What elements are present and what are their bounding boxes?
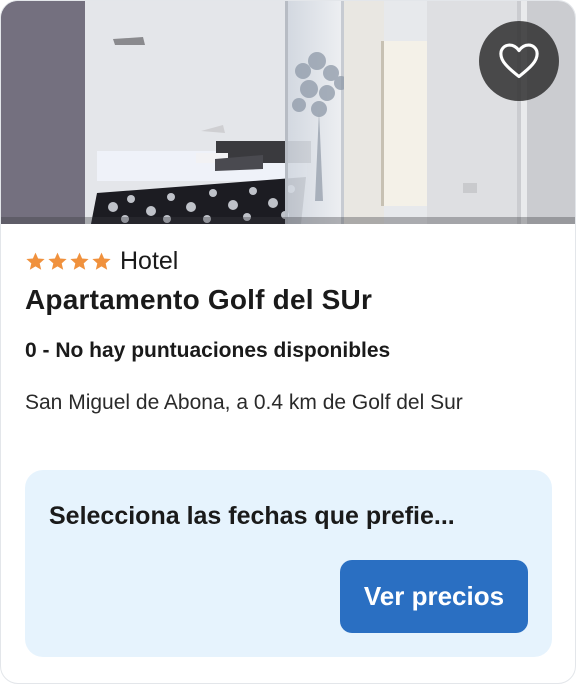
property-meta: Hotel <box>25 247 178 276</box>
date-prompt: Selecciona las fechas que prefie... <box>49 502 455 530</box>
hotel-photo[interactable] <box>1 1 575 224</box>
favorite-button[interactable] <box>479 21 559 101</box>
review-score: 0 - No hay puntuaciones disponibles <box>25 339 391 362</box>
star-icon <box>48 252 67 270</box>
price-panel: Selecciona las fechas que prefie... Ver … <box>25 470 552 657</box>
star-rating <box>25 251 112 272</box>
star-icon <box>26 252 45 270</box>
star-icon <box>70 252 89 270</box>
hotel-name[interactable]: Apartamento Golf del SUr <box>25 284 372 316</box>
hotel-location: San Miguel de Abona, a 0.4 km de Golf de… <box>25 391 463 414</box>
view-prices-button[interactable]: Ver precios <box>340 560 528 633</box>
heart-outline-icon <box>499 43 539 79</box>
star-icon <box>92 252 111 270</box>
hotel-card[interactable]: Hotel Apartamento Golf del SUr 0 - No ha… <box>0 0 576 684</box>
property-type: Hotel <box>120 247 179 275</box>
